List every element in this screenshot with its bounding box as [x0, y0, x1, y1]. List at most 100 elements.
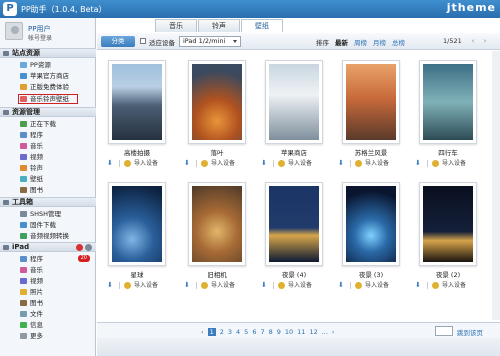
wallpaper-card[interactable]: 夜景 (2)	[412, 173, 483, 279]
sidebar-item-music[interactable]: 音乐	[0, 141, 96, 151]
wallpaper-thumbnail[interactable]	[419, 60, 477, 144]
download-icon[interactable]: ⬇	[261, 282, 268, 289]
import-button[interactable]: 导入设备	[288, 281, 312, 290]
import-button[interactable]: 导入设备	[134, 281, 158, 290]
section-site-resources[interactable]: 站点资源	[0, 48, 96, 58]
page-9[interactable]: 9	[277, 328, 281, 336]
page-7[interactable]: 7	[260, 328, 264, 336]
next-page-icon[interactable]: ›	[481, 37, 489, 45]
wallpaper-thumbnail[interactable]	[342, 60, 400, 144]
sidebar-item-shsh[interactable]: SHSH管理	[0, 209, 96, 219]
download-icon[interactable]: ⬇	[338, 160, 345, 167]
download-icon[interactable]: ⬇	[261, 160, 268, 167]
page-6[interactable]: 6	[252, 328, 256, 336]
category-button[interactable]: 分类	[101, 36, 135, 47]
next-page-button[interactable]: ›	[332, 328, 335, 336]
page-1[interactable]: 1	[207, 328, 216, 336]
section-toolbox[interactable]: 工具箱	[0, 197, 96, 207]
goto-page-button[interactable]: 跳到该页	[457, 327, 483, 337]
page-5[interactable]: 5	[244, 328, 248, 336]
sidebar-item-firmware[interactable]: 固件下载	[0, 220, 96, 230]
sort-weekly[interactable]: 周榜	[354, 37, 367, 47]
scrollbar[interactable]	[492, 51, 500, 320]
sidebar-item-video[interactable]: 视频	[0, 152, 96, 162]
prev-page-button[interactable]: ‹	[201, 328, 204, 336]
login-link[interactable]: 帐号登录	[28, 33, 52, 42]
sidebar-item-free-trial[interactable]: 正版免费体验	[0, 82, 96, 92]
prev-page-icon[interactable]: ‹	[469, 37, 477, 45]
sidebar-item-ipad-photos[interactable]: 照片	[0, 287, 96, 297]
page-8[interactable]: 8	[269, 328, 273, 336]
import-button[interactable]: 导入设备	[288, 159, 312, 168]
download-icon[interactable]: ⬇	[415, 160, 422, 167]
fit-device-checkbox[interactable]	[140, 38, 146, 44]
eject-icon[interactable]	[76, 244, 83, 251]
page-4[interactable]: 4	[236, 328, 240, 336]
page-10[interactable]: 10	[285, 328, 293, 336]
sort-monthly[interactable]: 月榜	[373, 37, 386, 47]
converter-icon	[20, 233, 27, 239]
wallpaper-card[interactable]: 星球	[101, 173, 172, 279]
section-resource-management[interactable]: 资源管理	[0, 107, 96, 117]
wallpaper-card[interactable]: 落叶	[181, 51, 252, 157]
sidebar-item-ipad-files[interactable]: 文件	[0, 309, 96, 319]
wallpaper-card[interactable]: 苏格兰风景	[335, 51, 406, 157]
import-button[interactable]: 导入设备	[211, 281, 235, 290]
wallpaper-thumbnail[interactable]	[265, 182, 323, 266]
sidebar-item-ipad-music[interactable]: 音乐	[0, 265, 96, 275]
download-icon[interactable]: ⬇	[338, 282, 345, 289]
device-settings-icon[interactable]	[85, 244, 92, 251]
sort-all-time[interactable]: 总榜	[392, 37, 405, 47]
wallpaper-thumbnail[interactable]	[108, 60, 166, 144]
sidebar-item-downloading[interactable]: 正在下载	[0, 119, 96, 129]
section-ipad[interactable]: iPad	[0, 242, 96, 252]
import-button[interactable]: 导入设备	[365, 281, 389, 290]
device-select[interactable]: iPad 1/2/mini	[179, 36, 241, 47]
tab-wallpapers[interactable]: 壁纸	[241, 19, 283, 32]
wallpaper-card[interactable]: 旧相机	[181, 173, 252, 279]
wallpaper-thumbnail[interactable]	[188, 60, 246, 144]
wallpaper-card[interactable]: 苹果商店	[258, 51, 329, 157]
download-icon[interactable]: ⬇	[184, 282, 191, 289]
tab-ringtones[interactable]: 铃声	[198, 19, 240, 32]
sidebar-item-converter[interactable]: 音频视频转换	[0, 231, 96, 241]
import-button[interactable]: 导入设备	[365, 159, 389, 168]
avatar[interactable]	[5, 22, 23, 40]
sidebar-item-ipad-video[interactable]: 视频	[0, 276, 96, 286]
wallpaper-thumbnail[interactable]	[265, 60, 323, 144]
wallpaper-card[interactable]: 夜景 (3)	[335, 173, 406, 279]
sidebar-item-apps[interactable]: 程序	[0, 130, 96, 140]
wallpaper-card[interactable]: 夜景 (4)	[258, 173, 329, 279]
import-button[interactable]: 导入设备	[442, 159, 466, 168]
download-icon[interactable]: ⬇	[107, 282, 114, 289]
sidebar-item-ipad-books[interactable]: 图书	[0, 298, 96, 308]
download-icon[interactable]: ⬇	[184, 160, 191, 167]
sidebar-item-books[interactable]: 图书	[0, 185, 96, 195]
sidebar-item-ipad-apps[interactable]: 程序 20	[0, 254, 96, 264]
wallpaper-card[interactable]: 高楼拍摄	[101, 51, 172, 157]
wallpaper-thumbnail[interactable]	[188, 182, 246, 266]
page-3[interactable]: 3	[228, 328, 232, 336]
sidebar-item-pp-resources[interactable]: PP资源	[0, 60, 96, 70]
sidebar-item-wallpapers[interactable]: 壁纸	[0, 174, 96, 184]
import-button[interactable]: 导入设备	[211, 159, 235, 168]
import-button[interactable]: 导入设备	[134, 159, 158, 168]
sidebar-item-app-store[interactable]: 苹果官方商店	[0, 71, 96, 81]
sort-newest[interactable]: 最新	[335, 37, 348, 47]
sidebar-item-ipad-more[interactable]: 更多	[0, 331, 96, 341]
tab-music[interactable]: 音乐	[155, 19, 197, 32]
page-number-input[interactable]	[435, 326, 453, 336]
page-11[interactable]: 11	[297, 328, 305, 336]
page-2[interactable]: 2	[220, 328, 224, 336]
download-icon[interactable]: ⬇	[415, 282, 422, 289]
sidebar-item-ringtones[interactable]: 铃声	[0, 163, 96, 173]
sidebar-item-music-ringtone-wallpaper[interactable]: 音乐铃声壁纸	[18, 94, 78, 104]
download-icon[interactable]: ⬇	[107, 160, 114, 167]
page-12[interactable]: 12	[309, 328, 317, 336]
sidebar-item-ipad-messages[interactable]: 信息	[0, 320, 96, 330]
wallpaper-thumbnail[interactable]	[342, 182, 400, 266]
wallpaper-thumbnail[interactable]	[419, 182, 477, 266]
wallpaper-thumbnail[interactable]	[108, 182, 166, 266]
wallpaper-card[interactable]: 四行车	[412, 51, 483, 157]
import-button[interactable]: 导入设备	[442, 281, 466, 290]
